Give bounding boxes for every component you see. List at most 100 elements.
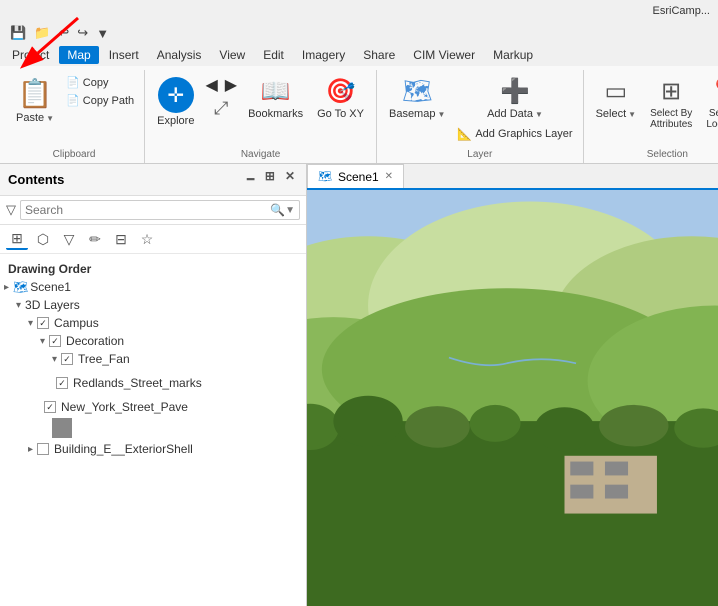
ribbon-group-clipboard: 📋 Paste ▼ 📄 Copy 📄 Copy Path Clipboard: [4, 70, 145, 163]
select-location-button[interactable]: 📍 SelectLocat...: [700, 74, 718, 133]
redlands-checkbox[interactable]: ✓: [56, 377, 68, 389]
go-to-xy-button[interactable]: 🎯 Go To XY: [311, 74, 370, 123]
nav-next-button[interactable]: ▶: [222, 74, 240, 96]
scene1-tab[interactable]: 🗺 Scene1 ✕: [307, 164, 404, 188]
toolbar-drawing-order-btn[interactable]: ⊞: [6, 228, 28, 250]
paste-icon: 📋: [18, 77, 53, 110]
select-icon: ▭: [604, 77, 627, 106]
bookmarks-icon: 📖: [261, 77, 291, 106]
hills-svg: [307, 190, 718, 606]
qa-undo[interactable]: ↩: [56, 24, 71, 42]
copy-path-icon: 📄: [66, 94, 80, 107]
decoration-expand: ▾: [40, 336, 45, 347]
decoration-checkbox[interactable]: ✓: [49, 335, 61, 347]
new-york-checkbox[interactable]: ✓: [44, 401, 56, 413]
nav-arrows-top: ◀ ▶: [202, 74, 240, 96]
menu-analysis[interactable]: Analysis: [149, 46, 210, 64]
new-york-label: New_York_Street_Pave: [61, 400, 188, 414]
tree-fan-label: Tree_Fan: [78, 352, 130, 366]
menu-edit[interactable]: Edit: [255, 46, 292, 64]
panel-close-btn[interactable]: ✕: [282, 168, 298, 191]
star-icon: ☆: [141, 231, 154, 248]
drawing-order-label: Drawing Order: [0, 258, 306, 278]
tree-item-redlands[interactable]: ✓ Redlands_Street_marks: [0, 374, 306, 392]
building-label: Building_E__ExteriorShell: [54, 442, 193, 456]
select-label: Select: [596, 108, 627, 120]
menu-view[interactable]: View: [211, 46, 253, 64]
copy-label: Copy: [83, 77, 109, 89]
menu-share[interactable]: Share: [355, 46, 403, 64]
panel-minimize-btn[interactable]: 🗕: [243, 168, 258, 191]
panel-header-controls: 🗕 ⊞ ✕: [243, 168, 298, 191]
nav-prev-icon: ◀: [205, 75, 217, 95]
copy-button[interactable]: 📄 Copy: [62, 74, 138, 91]
toolbar-star-btn[interactable]: ☆: [136, 228, 158, 250]
menu-insert[interactable]: Insert: [101, 46, 147, 64]
tree-item-decoration[interactable]: ▾ ✓ Decoration: [0, 332, 306, 350]
search-filter-icon: ▽: [6, 202, 16, 218]
search-bar: ▽ 🔍 ▼: [0, 196, 306, 225]
select-by-attr-icon: ⊞: [661, 77, 681, 106]
explore-button[interactable]: ✛ Explore: [151, 74, 200, 130]
tree-item-tree-fan[interactable]: ▾ ✓ Tree_Fan: [0, 350, 306, 368]
add-graphics-layer-button[interactable]: 📐 Add Graphics Layer: [453, 125, 576, 143]
qa-save[interactable]: 💾: [8, 24, 28, 42]
basemap-button[interactable]: 🗺 Basemap ▼: [383, 74, 451, 123]
tree-item-building[interactable]: ▸ Building_E__ExteriorShell: [0, 440, 306, 458]
toolbar-table-btn[interactable]: ⊟: [110, 228, 132, 250]
menu-imagery[interactable]: Imagery: [294, 46, 353, 64]
paste-button[interactable]: 📋 Paste ▼: [10, 74, 60, 127]
select-by-attr-button[interactable]: ⊞ Select ByAttributes: [644, 74, 698, 133]
decoration-label: Decoration: [66, 334, 124, 348]
copy-path-button[interactable]: 📄 Copy Path: [62, 92, 138, 109]
campus-checkbox[interactable]: ✓: [37, 317, 49, 329]
navigate-label: Navigate: [241, 147, 280, 163]
basemap-dropdown[interactable]: ▼: [437, 110, 445, 119]
go-to-xy-icon: 🎯: [326, 77, 356, 106]
tree-item-campus[interactable]: ▾ ✓ Campus: [0, 314, 306, 332]
search-dropdown-icon[interactable]: ▼: [285, 205, 295, 216]
copy-path-label: Copy Path: [83, 95, 134, 107]
toolbar-pencil-btn[interactable]: ✏: [84, 228, 106, 250]
select-button[interactable]: ▭ Select ▼: [590, 74, 643, 123]
menu-cim-viewer[interactable]: CIM Viewer: [405, 46, 483, 64]
ribbon-group-selection: ▭ Select ▼ ⊞ Select ByAttributes 📍 Selec…: [584, 70, 718, 163]
go-to-xy-label: Go To XY: [317, 108, 364, 120]
add-data-icon: ➕: [500, 77, 530, 106]
tree-item-scene1[interactable]: ▸ 🗺 Scene1: [0, 278, 306, 296]
nav-prev-button[interactable]: ◀: [202, 74, 220, 96]
clipboard-label: Clipboard: [53, 147, 96, 163]
qa-redo[interactable]: ↪: [75, 24, 90, 42]
tree-fan-expand: ▾: [52, 354, 57, 365]
add-data-col: ➕ Add Data ▼ 📐 Add Graphics Layer: [453, 74, 576, 143]
building-checkbox[interactable]: [37, 443, 49, 455]
toolbar-cylinder-btn[interactable]: ⬡: [32, 228, 54, 250]
tree-item-3d-layers[interactable]: ▾ 3D Layers: [0, 296, 306, 314]
qa-dropdown[interactable]: ▼: [94, 25, 111, 42]
add-data-dropdown[interactable]: ▼: [535, 110, 543, 119]
menu-project[interactable]: Project: [4, 46, 57, 64]
toolbar-filter-btn[interactable]: ▽: [58, 228, 80, 250]
scene1-tab-close[interactable]: ✕: [385, 171, 393, 182]
qa-open[interactable]: 📁: [32, 24, 52, 42]
layer-content: 🗺 Basemap ▼ ➕ Add Data ▼ 📐 Add Graphics …: [383, 70, 577, 147]
panel-float-btn[interactable]: ⊞: [262, 168, 278, 191]
search-input-wrap: 🔍 ▼: [20, 200, 300, 220]
explore-icon: ✛: [158, 77, 194, 113]
campus-label: Campus: [54, 316, 99, 330]
tree-fan-checkbox[interactable]: ✓: [61, 353, 73, 365]
menu-markup[interactable]: Markup: [485, 46, 541, 64]
add-data-button[interactable]: ➕ Add Data ▼: [453, 74, 576, 123]
tree-item-new-york[interactable]: ✓ New_York_Street_Pave: [0, 398, 306, 416]
select-dropdown[interactable]: ▼: [628, 110, 636, 119]
paste-dropdown-arrow[interactable]: ▼: [46, 114, 54, 123]
campus-expand: ▾: [28, 318, 33, 329]
search-input[interactable]: [25, 203, 270, 217]
map-content: [307, 190, 718, 606]
drawing-order-icon: ⊞: [11, 230, 23, 247]
menu-map[interactable]: Map: [59, 46, 98, 64]
select-location-icon: 📍: [708, 77, 718, 106]
bookmarks-label: Bookmarks: [248, 108, 303, 120]
bookmarks-button[interactable]: 📖 Bookmarks: [242, 74, 309, 123]
cylinder-icon: ⬡: [37, 231, 49, 248]
